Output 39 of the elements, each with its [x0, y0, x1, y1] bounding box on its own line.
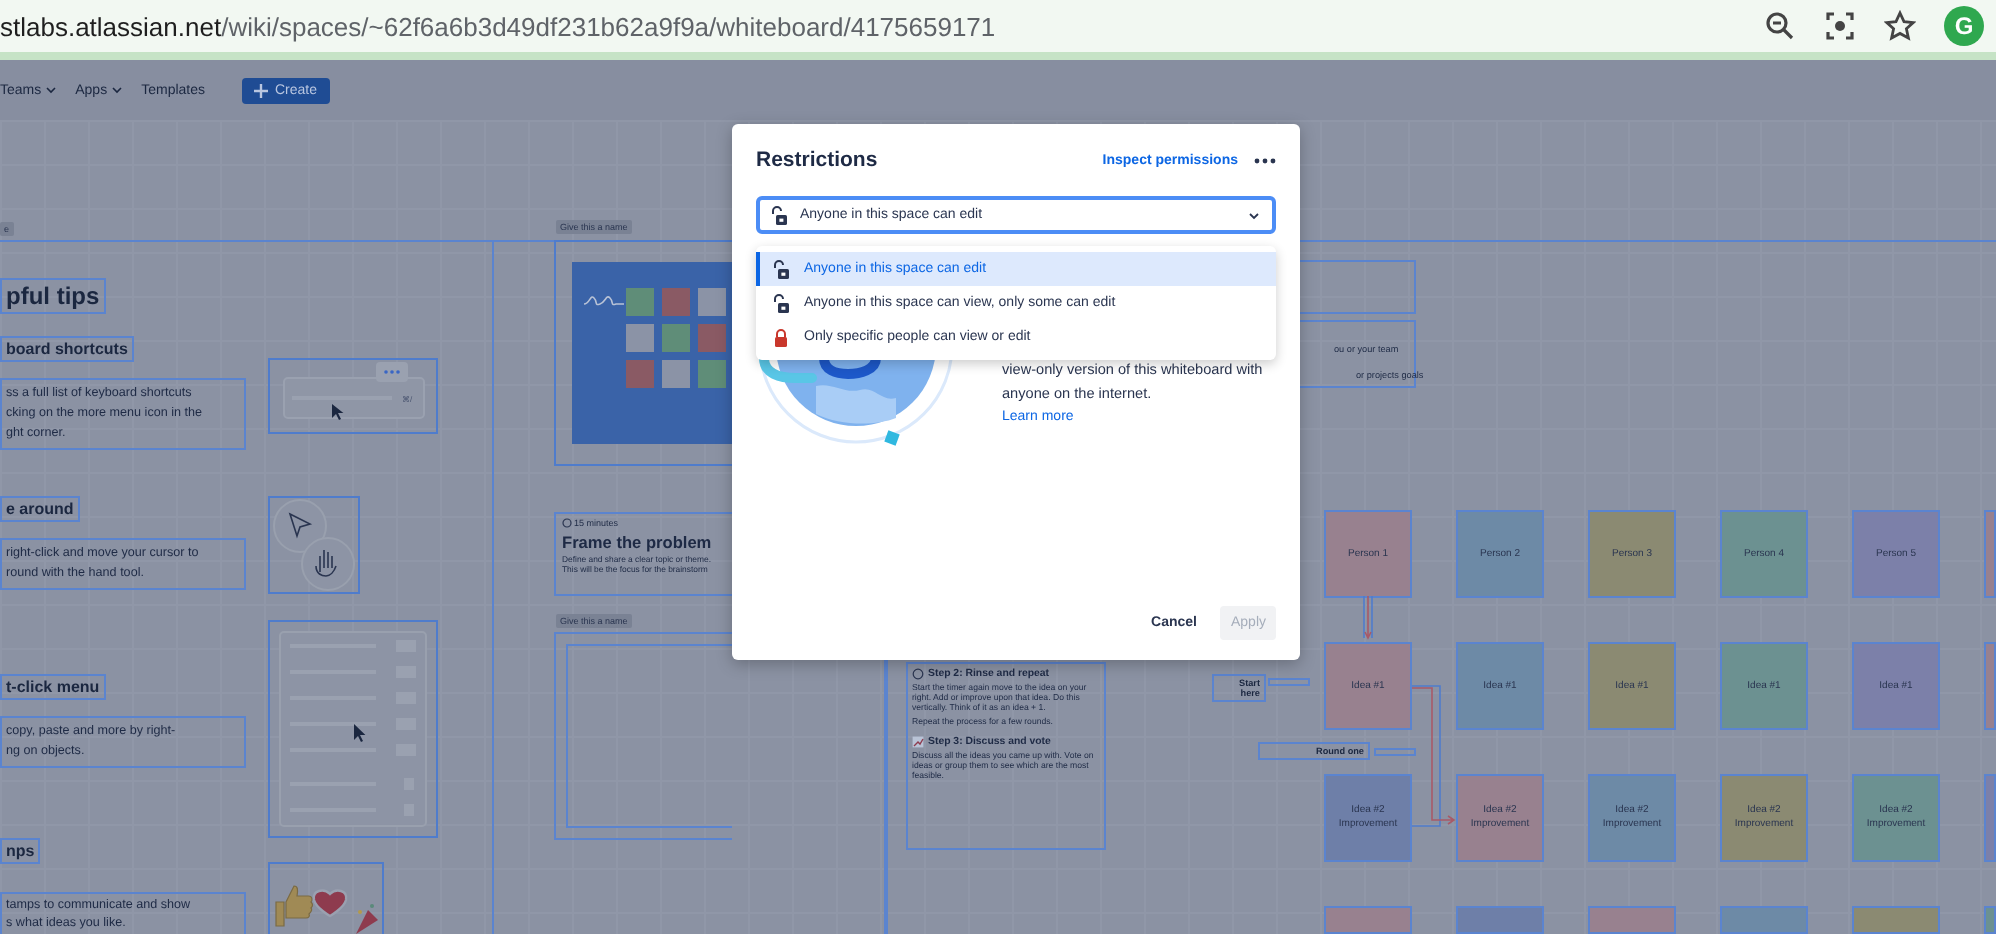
unlocked-icon [770, 205, 788, 225]
tips-heading: pful tips [0, 278, 106, 314]
unlocked-icon [772, 259, 790, 279]
caret-icon [45, 86, 56, 94]
pointer-and-hand-drawing [268, 496, 360, 594]
profile-avatar[interactable]: G [1944, 6, 1984, 46]
sticky-note[interactable] [1984, 642, 1996, 730]
tip-heading: nps [0, 838, 41, 864]
plus-icon [253, 83, 267, 97]
more-icon[interactable] [1254, 157, 1276, 163]
stamps-drawing [268, 862, 384, 934]
sticky-note[interactable] [1984, 906, 1996, 934]
sticky-note[interactable] [1720, 906, 1808, 934]
connector-arrow [1412, 684, 1456, 828]
sticky-note[interactable] [1984, 510, 1996, 598]
tip-heading: t-click menu [0, 674, 106, 700]
label-connector [1374, 748, 1416, 756]
camera-search-icon[interactable] [1824, 10, 1856, 42]
star-icon[interactable] [1884, 10, 1916, 42]
sticky-note[interactable] [1852, 906, 1940, 934]
tip-heading: e around [0, 496, 80, 522]
caret-icon [111, 86, 122, 94]
clock-icon [562, 518, 572, 528]
problem-title: Frame the problem [562, 532, 714, 552]
sticky-note[interactable] [1984, 774, 1996, 862]
unlocked-icon [772, 293, 790, 313]
sticky-note[interactable] [1588, 906, 1676, 934]
address-bar-url[interactable]: stlabs.atlassian.net/wiki/spaces/~62f6a6b3d49df231b62a9f9a/whiteboard/4175659171 [0, 11, 996, 41]
chevron-down-icon [1248, 211, 1260, 219]
tip-heading: board shortcuts [0, 336, 134, 362]
chart-icon [912, 735, 924, 748]
sticky-note[interactable] [1456, 906, 1544, 934]
dialog-title: Restrictions [756, 148, 880, 172]
label-connector [1268, 678, 1310, 686]
lock-icon [772, 327, 790, 347]
zoom-icon[interactable] [1764, 10, 1796, 42]
timer-icon [912, 668, 924, 680]
connector-arrow [1360, 596, 1376, 642]
sticky-note[interactable] [1324, 906, 1412, 934]
